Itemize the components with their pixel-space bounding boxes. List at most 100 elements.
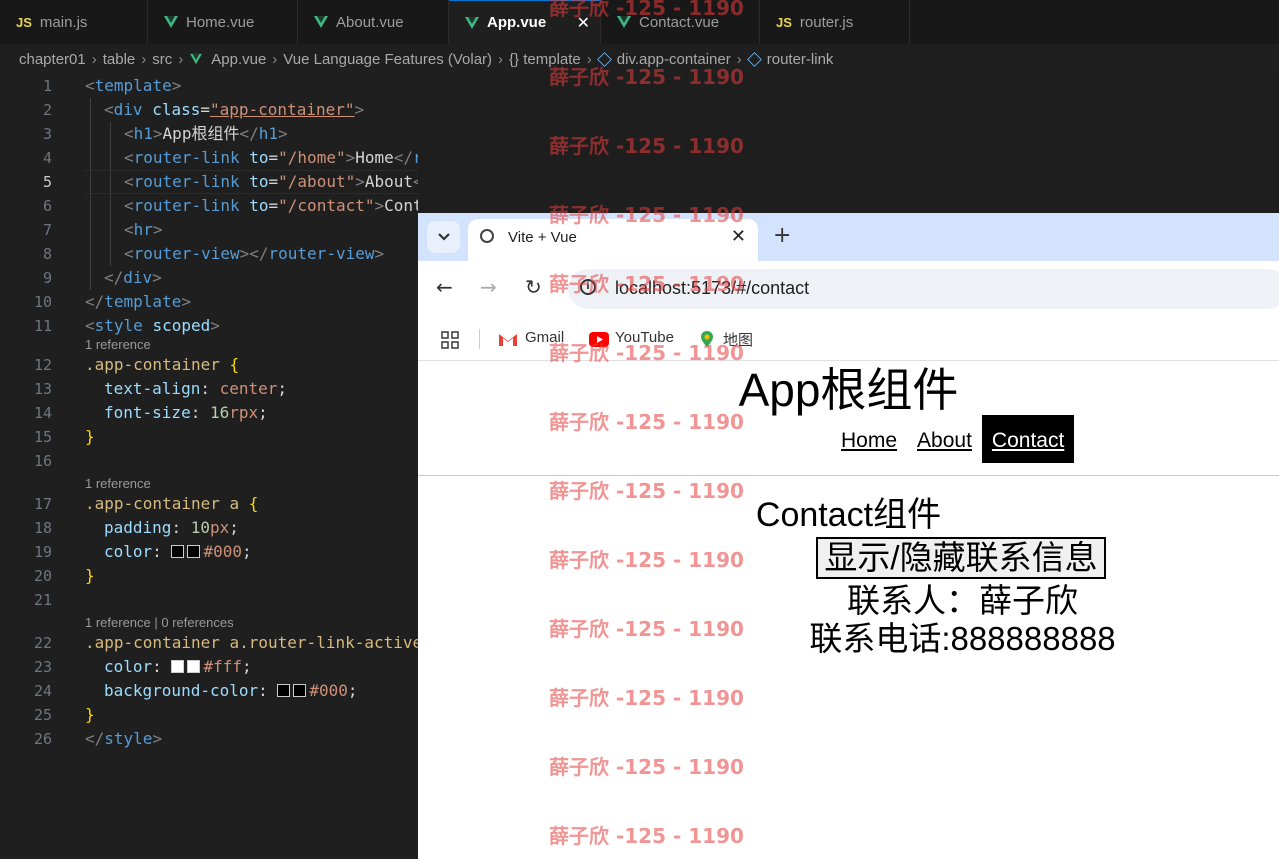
site-info-icon[interactable]: i: [580, 279, 596, 295]
tab-main-js[interactable]: JS main.js: [0, 0, 148, 44]
code-token: hr: [133, 220, 153, 239]
vue-file-icon: [164, 16, 178, 28]
code-token: #000: [309, 681, 348, 700]
vue-file-icon: [465, 16, 479, 29]
breadcrumb-item[interactable]: chapter01: [19, 51, 86, 68]
chevron-right-icon: ›: [141, 50, 147, 68]
code-token: px: [209, 518, 230, 537]
close-tab-icon[interactable]: ✕: [731, 226, 746, 247]
breadcrumb-item[interactable]: Vue Language Features (Volar): [283, 51, 492, 68]
color-swatch[interactable]: [293, 684, 307, 697]
code-lens[interactable]: 1 reference: [85, 336, 151, 354]
code-token: "/home": [278, 148, 346, 167]
line-number: 11: [33, 317, 52, 335]
contact-person: 联系人：薛子欣: [847, 582, 1078, 619]
close-icon[interactable]: ✕: [577, 13, 590, 33]
globe-icon: [480, 229, 494, 243]
bookmarks-bar: Gmail YouTube 地图: [418, 317, 1279, 361]
cube-icon: [746, 51, 762, 67]
tab-search-button[interactable]: [427, 221, 460, 253]
code-lens[interactable]: 1 reference | 0 references: [85, 614, 234, 632]
toggle-contact-button[interactable]: 显示/隐藏联系信息: [816, 537, 1106, 579]
line-number: 2: [42, 101, 52, 119]
code-token: 10: [190, 518, 210, 537]
line-number: 20: [33, 567, 52, 585]
tab-home-vue[interactable]: Home.vue: [148, 0, 298, 44]
color-swatch[interactable]: [171, 545, 185, 558]
code-token: .app-container a: [85, 494, 240, 513]
breadcrumb-item[interactable]: router-link: [767, 51, 834, 68]
color-swatch[interactable]: [187, 545, 201, 558]
code-token: color: [104, 542, 153, 561]
maps-icon: [701, 331, 713, 347]
line-number: 23: [33, 658, 52, 676]
bookmark-youtube[interactable]: YouTube: [615, 329, 674, 346]
line-number: 12: [33, 356, 52, 374]
code-token: router-link: [133, 172, 240, 191]
forward-icon[interactable]: →: [480, 275, 497, 299]
nav-link-about[interactable]: About: [907, 415, 982, 463]
js-file-icon: JS: [16, 14, 32, 30]
code-lens[interactable]: 1 reference: [85, 475, 151, 493]
browser-tab[interactable]: Vite + Vue ✕: [468, 219, 758, 261]
tab-contact-vue[interactable]: Contact.vue: [601, 0, 760, 44]
code-token: router-link: [133, 148, 240, 167]
tab-app-vue[interactable]: App.vue ✕: [449, 0, 601, 44]
breadcrumb-item[interactable]: table: [103, 51, 136, 68]
line-number: 1: [42, 77, 52, 95]
code-token: router-view: [268, 244, 375, 263]
indent-guide: [110, 122, 111, 266]
line-number: 26: [33, 730, 52, 748]
new-tab-button[interactable]: +: [773, 223, 791, 248]
line-number: 18: [33, 519, 52, 537]
code-token: background-color: [104, 681, 259, 700]
editor-tab-bar: JS main.js Home.vue About.vue App.vue ✕ …: [0, 0, 1279, 44]
color-swatch[interactable]: [187, 660, 201, 673]
code-token: div: [113, 100, 143, 119]
youtube-icon: [589, 332, 609, 347]
color-swatch[interactable]: [171, 660, 185, 673]
watermark: 薛子欣 -125 - 1190: [549, 134, 744, 158]
breadcrumb: chapter01 › table › src › App.vue › Vue Lang…: [0, 44, 1279, 74]
tab-label: main.js: [39, 13, 88, 31]
page-title: App根组件: [738, 364, 959, 416]
code-token: #fff: [203, 657, 242, 676]
chevron-right-icon: ›: [498, 50, 504, 68]
browser-tab-title: Vite + Vue: [508, 229, 577, 246]
nav-link-contact[interactable]: Contact: [981, 415, 1075, 463]
code-token: to: [249, 172, 269, 191]
line-number: 19: [33, 543, 52, 561]
breadcrumb-item[interactable]: {} template: [509, 51, 581, 68]
bookmark-gmail[interactable]: Gmail: [525, 329, 564, 346]
nav-link-home[interactable]: Home: [831, 415, 907, 463]
code-token: router-link: [413, 148, 418, 167]
apps-grid-icon[interactable]: [441, 331, 459, 349]
back-icon[interactable]: ←: [436, 275, 453, 299]
reload-icon[interactable]: ↻: [525, 275, 542, 299]
code-token: Contact: [384, 196, 418, 215]
code-token: padding: [104, 518, 172, 537]
line-number: 15: [33, 428, 52, 446]
web-page: App根组件 Home About Contact Contact组件 显示/隐…: [418, 361, 1279, 859]
browser-tab-strip: Vite + Vue ✕ +: [418, 213, 1279, 261]
code-editor[interactable]: 1 <template> 2 <div class="app-container">…: [0, 74, 418, 859]
color-swatch[interactable]: [277, 684, 291, 697]
tab-label: router.js: [799, 13, 854, 31]
code-token: router-view: [133, 244, 240, 263]
breadcrumb-item[interactable]: div.app-container: [617, 51, 731, 68]
js-file-icon: JS: [776, 14, 792, 30]
chevron-right-icon: ›: [272, 50, 278, 68]
tab-label: App.vue: [487, 14, 547, 31]
breadcrumb-item[interactable]: App.vue: [211, 51, 266, 68]
line-number: 25: [33, 706, 52, 724]
code-token: div: [123, 268, 153, 287]
code-token: rpx: [229, 403, 259, 422]
code-token: style: [104, 729, 153, 748]
tab-about-vue[interactable]: About.vue: [298, 0, 449, 44]
code-token: App根组件: [162, 124, 240, 143]
tab-router-js[interactable]: JS router.js: [760, 0, 910, 44]
bookmark-maps[interactable]: 地图: [723, 329, 753, 350]
line-number: 6: [42, 197, 52, 215]
breadcrumb-item[interactable]: src: [152, 51, 172, 68]
address-bar[interactable]: i localhost:5173/#/contact: [568, 269, 1279, 309]
